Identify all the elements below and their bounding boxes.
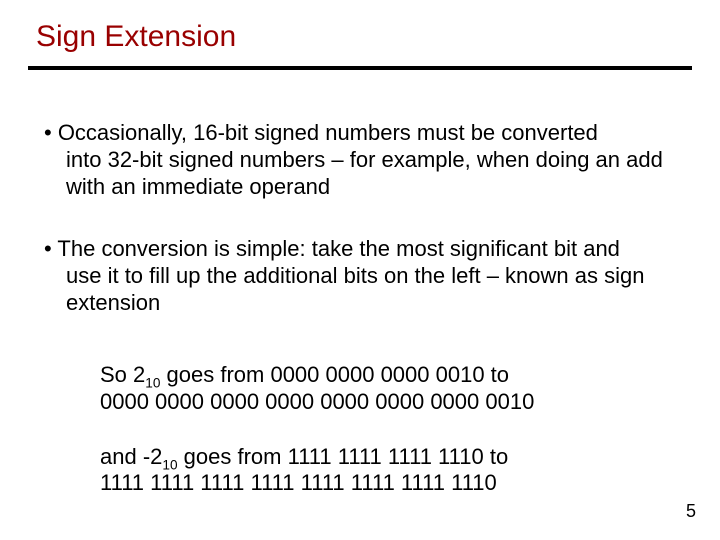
slide-title: Sign Extension	[36, 20, 236, 54]
example-2-line2: 1111 1111 1111 1111 1111 1111 1111 1110	[100, 470, 497, 495]
body-text: • Occasionally, 16-bit signed numbers mu…	[44, 120, 680, 353]
bullet-1: • Occasionally, 16-bit signed numbers mu…	[44, 120, 680, 200]
examples-block: So 210 goes from 0000 0000 0000 0010 to …	[100, 362, 660, 525]
bullet-2: • The conversion is simple: take the mos…	[44, 236, 680, 316]
page-number: 5	[686, 501, 696, 522]
example-2: and -210 goes from 1111 1111 1111 1110 t…	[100, 444, 660, 498]
title-underline	[28, 66, 692, 70]
bullet-2-line1: • The conversion is simple: take the mos…	[44, 236, 620, 261]
bullet-1-rest: into 32-bit signed numbers – for example…	[44, 147, 680, 201]
bullet-1-line1: • Occasionally, 16-bit signed numbers mu…	[44, 120, 598, 145]
example-1-line2: 0000 0000 0000 0000 0000 0000 0000 0010	[100, 389, 534, 414]
example-2-prefix: and -2	[100, 444, 162, 469]
bullet-2-rest: use it to fill up the additional bits on…	[44, 263, 680, 317]
example-1-prefix: So 2	[100, 362, 145, 387]
example-2-mid: goes from 1111 1111 1111 1110 to	[178, 444, 509, 469]
example-1: So 210 goes from 0000 0000 0000 0010 to …	[100, 362, 660, 416]
slide: Sign Extension • Occasionally, 16-bit si…	[0, 0, 720, 540]
example-1-mid: goes from 0000 0000 0000 0010 to	[160, 362, 509, 387]
